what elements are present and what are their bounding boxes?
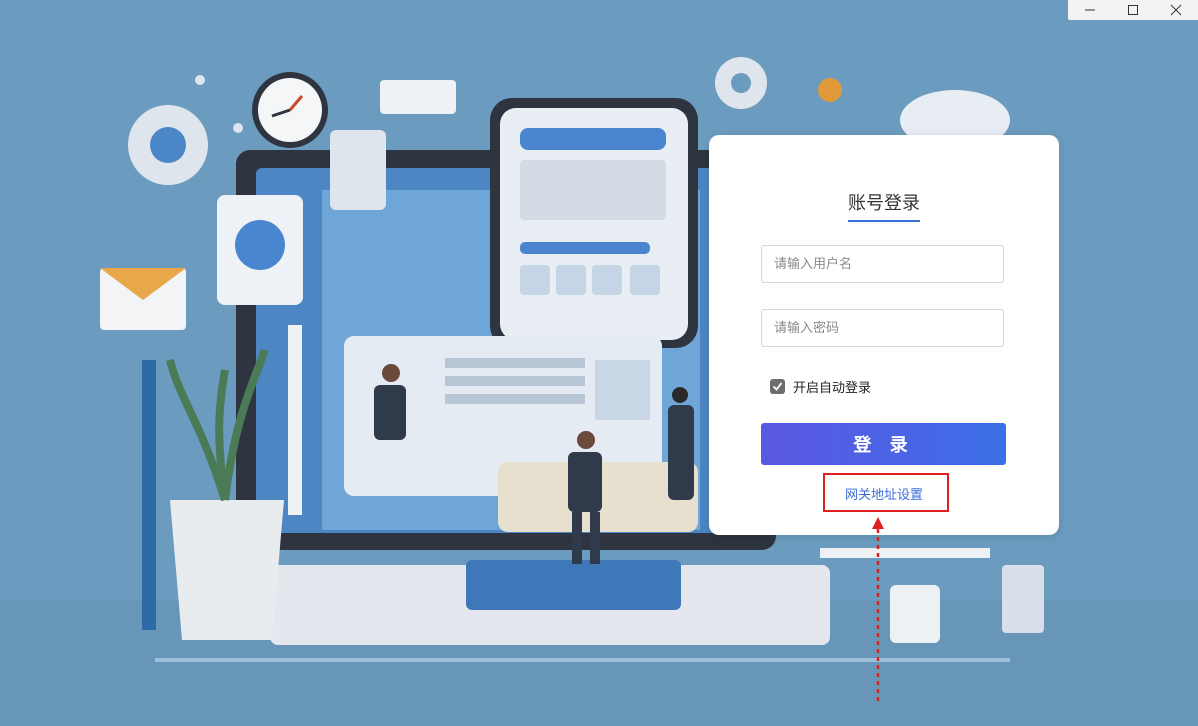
minimize-icon (1084, 9, 1095, 11)
login-title: 账号登录 (848, 193, 920, 214)
maximize-icon (1127, 5, 1138, 15)
maximize-button[interactable] (1111, 0, 1154, 20)
auto-login-label: 开启自动登录 (793, 381, 872, 396)
title-underline (848, 220, 920, 222)
username-input[interactable] (761, 245, 1004, 283)
login-button[interactable]: 登 录 (761, 423, 1006, 465)
annotation-highlight-box (823, 473, 949, 512)
password-input[interactable] (761, 309, 1004, 347)
close-button[interactable] (1155, 0, 1198, 20)
auto-login-option[interactable]: 开启自动登录 (770, 377, 871, 396)
window-controls (1068, 0, 1198, 20)
minimize-button[interactable] (1068, 0, 1111, 20)
auto-login-checkbox[interactable] (770, 379, 785, 394)
annotation-arrow (872, 517, 884, 703)
checkmark-icon (772, 382, 783, 391)
close-icon (1170, 4, 1182, 16)
